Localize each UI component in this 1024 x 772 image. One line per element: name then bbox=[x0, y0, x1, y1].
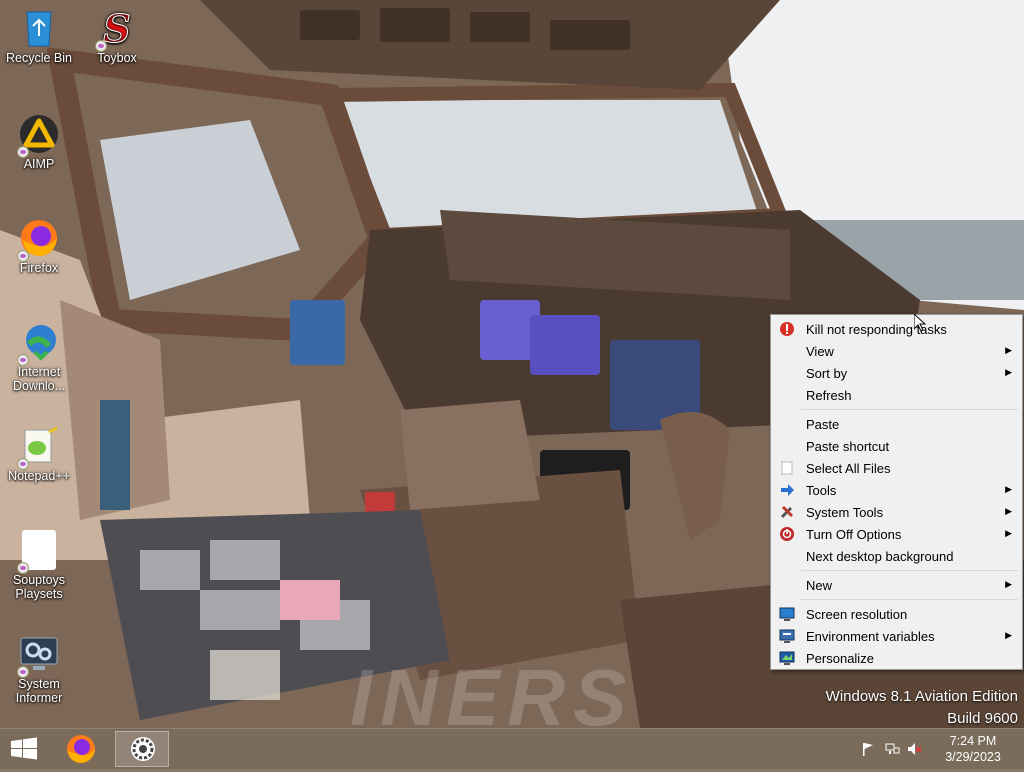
desktop-icon-label: Notepad++ bbox=[8, 469, 70, 483]
taskbar: 7:24 PM 3/29/2023 bbox=[0, 728, 1024, 769]
menu-separator bbox=[801, 570, 1018, 571]
taskbar-firefox-button[interactable] bbox=[54, 731, 108, 767]
menu-separator bbox=[801, 599, 1018, 600]
menu-item-paste-shortcut[interactable]: Paste shortcut bbox=[773, 435, 1020, 457]
desktop-icon-label: System Informer bbox=[15, 677, 63, 705]
menu-item-kill-not-responding-tasks[interactable]: Kill not responding tasks bbox=[773, 318, 1020, 340]
desktop-icon-aimp[interactable]: AIMP bbox=[1, 114, 77, 171]
menu-item-view[interactable]: View ▶ bbox=[773, 340, 1020, 362]
menu-separator bbox=[801, 409, 1018, 410]
menu-item-sort-by[interactable]: Sort by ▶ bbox=[773, 362, 1020, 384]
desktop-icon-recycle-bin[interactable]: Recycle Bin bbox=[1, 8, 77, 65]
network-icon[interactable] bbox=[884, 741, 900, 757]
desktop-icon-label: Internet Downlo... bbox=[12, 365, 66, 393]
taskbar-settings-button[interactable] bbox=[115, 731, 169, 767]
monitor-icon bbox=[779, 606, 795, 622]
menu-item-new[interactable]: New ▶ bbox=[773, 574, 1020, 596]
menu-item-next-desktop-background[interactable]: Next desktop background bbox=[773, 545, 1020, 567]
svg-text:S: S bbox=[103, 8, 130, 48]
desktop-icon-internet-download-manager[interactable]: Internet Downlo... bbox=[1, 322, 77, 393]
submenu-arrow-icon: ▶ bbox=[1005, 630, 1012, 640]
power-icon bbox=[779, 526, 795, 542]
menu-item-screen-resolution[interactable]: Screen resolution bbox=[773, 603, 1020, 625]
submenu-arrow-icon: ▶ bbox=[1005, 579, 1012, 589]
submenu-arrow-icon: ▶ bbox=[1005, 367, 1012, 377]
menu-item-turn-off-options[interactable]: Turn Off Options ▶ bbox=[773, 523, 1020, 545]
shortcut-arrow-icon bbox=[95, 40, 107, 52]
clock-time: 7:24 PM bbox=[949, 734, 997, 748]
submenu-arrow-icon: ▶ bbox=[1005, 506, 1012, 516]
menu-item-personalize[interactable]: Personalize bbox=[773, 647, 1020, 669]
menu-item-refresh[interactable]: Refresh bbox=[773, 384, 1020, 406]
souptoys-icon bbox=[17, 530, 59, 574]
submenu-arrow-icon: ▶ bbox=[1005, 484, 1012, 494]
wrench-icon bbox=[779, 504, 795, 520]
desktop-icon-system-informer[interactable]: System Informer bbox=[1, 634, 77, 705]
aimp-icon bbox=[17, 114, 59, 158]
recycle-bin-icon bbox=[19, 8, 59, 48]
shortcut-arrow-icon bbox=[17, 666, 29, 678]
taskbar-clock[interactable]: 7:24 PM 3/29/2023 bbox=[930, 733, 1016, 765]
desktop-icon-souptoys[interactable]: Souptoys Playsets bbox=[1, 530, 77, 601]
shortcut-arrow-icon bbox=[17, 250, 29, 262]
desktop-icon-notepad-plus-plus[interactable]: Notepad++ bbox=[1, 426, 77, 483]
menu-item-environment-variables[interactable]: Environment variables ▶ bbox=[773, 625, 1020, 647]
desktop-icon-label: Souptoys Playsets bbox=[12, 573, 66, 601]
menu-item-system-tools[interactable]: System Tools ▶ bbox=[773, 501, 1020, 523]
menu-item-tools[interactable]: Tools ▶ bbox=[773, 479, 1020, 501]
desktop-icon-label: AIMP bbox=[23, 157, 55, 171]
internet-download-manager-icon bbox=[17, 322, 59, 366]
system-informer-icon bbox=[17, 634, 59, 678]
start-button[interactable] bbox=[0, 729, 48, 769]
select-all-icon bbox=[779, 460, 795, 476]
build-watermark: Build 9600 bbox=[947, 710, 1018, 727]
desktop-icon-toybox[interactable]: S Toybox bbox=[79, 6, 155, 65]
tools-arrow-icon bbox=[779, 482, 795, 498]
stop-icon bbox=[779, 321, 795, 337]
personalize-icon bbox=[779, 650, 795, 666]
settings-gear-icon bbox=[131, 737, 155, 761]
desktop-icon-label: Firefox bbox=[19, 261, 59, 275]
svg-text:INERS: INERS bbox=[350, 653, 635, 728]
submenu-arrow-icon: ▶ bbox=[1005, 528, 1012, 538]
desktop-context-menu: Kill not responding tasks View ▶ Sort by… bbox=[770, 314, 1023, 670]
shortcut-arrow-icon bbox=[17, 458, 29, 470]
flag-icon[interactable] bbox=[860, 741, 876, 757]
toybox-icon: S bbox=[95, 6, 137, 52]
shortcut-arrow-icon bbox=[17, 354, 29, 366]
monitor-settings-icon bbox=[779, 628, 795, 644]
menu-item-select-all-files[interactable]: Select All Files bbox=[773, 457, 1020, 479]
firefox-icon bbox=[17, 218, 59, 262]
shortcut-arrow-icon bbox=[17, 146, 29, 158]
menu-item-paste[interactable]: Paste bbox=[773, 413, 1020, 435]
windows-logo-icon bbox=[11, 737, 37, 760]
edition-watermark: Windows 8.1 Aviation Edition bbox=[825, 688, 1018, 705]
shortcut-arrow-icon bbox=[17, 562, 29, 574]
clock-date: 3/29/2023 bbox=[945, 750, 1001, 764]
desktop-icon-firefox[interactable]: Firefox bbox=[1, 218, 77, 275]
desktop-icon-label: Toybox bbox=[97, 51, 137, 65]
firefox-icon bbox=[67, 735, 95, 763]
desktop-icon-label: Recycle Bin bbox=[6, 51, 72, 65]
notepad-plus-plus-icon bbox=[17, 426, 59, 470]
submenu-arrow-icon: ▶ bbox=[1005, 345, 1012, 355]
mouse-cursor-icon bbox=[913, 312, 927, 335]
speaker-muted-icon[interactable] bbox=[906, 741, 922, 757]
